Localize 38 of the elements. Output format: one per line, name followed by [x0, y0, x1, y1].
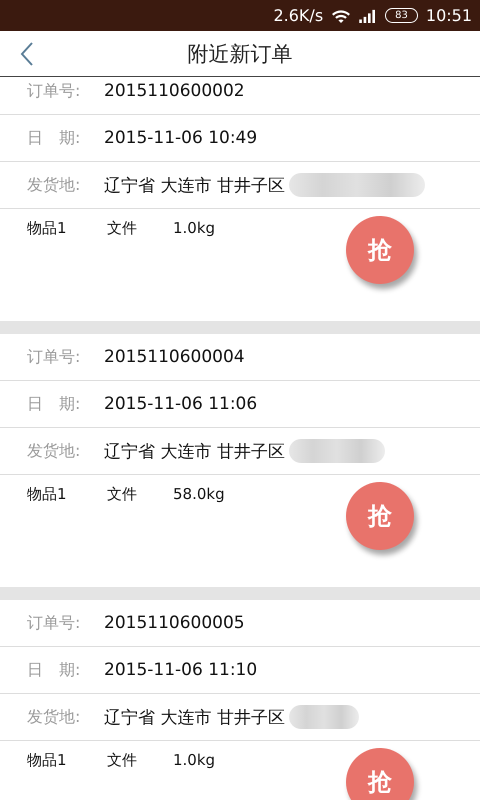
field-label: 订单号: — [27, 80, 82, 102]
field-label: 发货地: — [27, 706, 82, 728]
battery-indicator: 83 — [385, 8, 418, 23]
clock: 10:51 — [426, 6, 472, 25]
field-label: 发货地: — [27, 440, 82, 462]
field-value: 2015110600004 — [104, 347, 245, 367]
field-value: 2015110600005 — [104, 613, 245, 633]
field-value: 2015110600002 — [104, 81, 245, 101]
field-label: 发货地: — [27, 174, 82, 196]
field-value: 2015-11-06 11:06 — [104, 394, 258, 414]
field-value: 辽宁省 大连市 甘井子区 — [104, 706, 285, 728]
field-value: 辽宁省 大连市 甘井子区 — [104, 174, 285, 196]
redacted-mark — [288, 705, 359, 729]
grab-button[interactable]: 抢 — [346, 482, 414, 550]
wifi-icon — [331, 8, 352, 24]
grab-button[interactable]: 抢 — [346, 748, 414, 800]
field-value: 2015-11-06 11:10 — [104, 660, 258, 680]
signal-icon — [359, 8, 378, 22]
field-value: 辽宁省 大连市 甘井子区 — [104, 440, 285, 462]
field-label: 订单号: — [27, 612, 82, 634]
goods-weight: 1.0kg — [173, 751, 216, 769]
field-label: 日 期: — [27, 394, 82, 414]
goods-name: 物品1 — [27, 219, 68, 238]
goods-type: 文件 — [107, 485, 138, 504]
goods-weight: 1.0kg — [173, 219, 216, 237]
field-value: 2015-11-06 10:49 — [104, 128, 258, 148]
grab-button[interactable]: 抢 — [346, 216, 414, 284]
field-label: 订单号: — [27, 346, 82, 368]
goods-name: 物品1 — [27, 485, 68, 504]
goods-name: 物品1 — [27, 751, 68, 770]
network-speed: 2.6K/s — [273, 6, 324, 25]
goods-type: 文件 — [107, 219, 138, 238]
field-label: 日 期: — [27, 128, 82, 148]
back-icon[interactable] — [20, 41, 34, 67]
goods-weight: 58.0kg — [173, 485, 225, 503]
page-title: 附近新订单 — [188, 40, 292, 68]
field-label: 日 期: — [27, 660, 82, 680]
goods-type: 文件 — [107, 751, 138, 770]
